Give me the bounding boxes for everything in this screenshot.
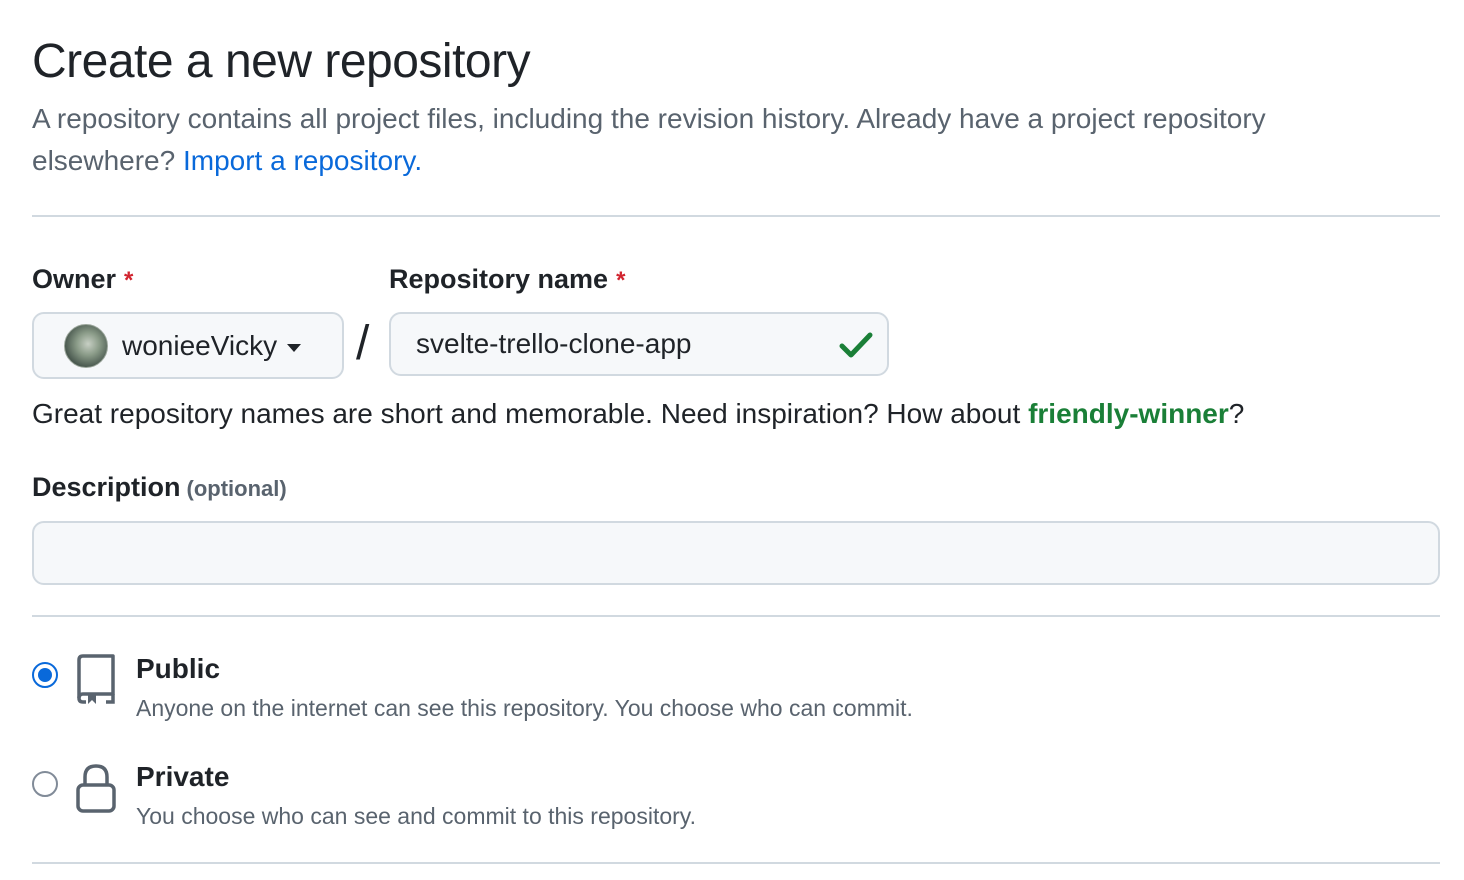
bottom-divider xyxy=(32,862,1440,864)
repository-name-required-mark: * xyxy=(616,267,626,294)
owner-avatar xyxy=(64,323,108,368)
private-option-description: You choose who can see and commit to thi… xyxy=(136,803,696,829)
description-field[interactable] xyxy=(32,521,1440,585)
hint-suffix: ? xyxy=(1228,398,1245,429)
repository-name-field[interactable] xyxy=(389,312,889,376)
hint-text: Great repository names are short and mem… xyxy=(32,398,1021,429)
description-label: Description (optional) xyxy=(32,472,287,503)
page-subtitle: A repository contains all project files,… xyxy=(32,98,1412,182)
public-option-title[interactable]: Public xyxy=(136,653,220,685)
private-radio[interactable] xyxy=(32,771,58,797)
description-optional-note: (optional) xyxy=(186,476,287,501)
middle-divider xyxy=(32,615,1440,617)
repo-icon xyxy=(77,654,115,704)
public-option-description: Anyone on the internet can see this repo… xyxy=(136,695,913,721)
page-title: Create a new repository xyxy=(32,35,531,88)
name-suggestion[interactable]: friendly-winner xyxy=(1028,398,1229,429)
lock-icon xyxy=(76,764,116,813)
top-divider xyxy=(32,215,1440,217)
repository-name-label-text: Repository name xyxy=(389,264,609,294)
description-label-text: Description xyxy=(32,472,181,502)
owner-name: wonieeVicky xyxy=(122,329,278,361)
public-radio[interactable] xyxy=(32,662,58,688)
owner-select-button[interactable]: wonieeVicky xyxy=(32,312,344,379)
repository-name-label: Repository name * xyxy=(389,264,625,295)
owner-repo-separator: / xyxy=(356,317,370,370)
description-input[interactable] xyxy=(34,523,1438,583)
owner-label-text: Owner xyxy=(32,264,117,294)
owner-required-mark: * xyxy=(124,267,134,294)
check-icon xyxy=(839,332,873,358)
caret-down-icon xyxy=(287,343,302,352)
import-repository-link[interactable]: Import a repository. xyxy=(183,145,422,176)
repository-name-hint: Great repository names are short and mem… xyxy=(32,398,1244,430)
owner-label: Owner * xyxy=(32,264,133,295)
repository-name-input[interactable] xyxy=(416,328,816,360)
private-option-title[interactable]: Private xyxy=(136,761,229,793)
